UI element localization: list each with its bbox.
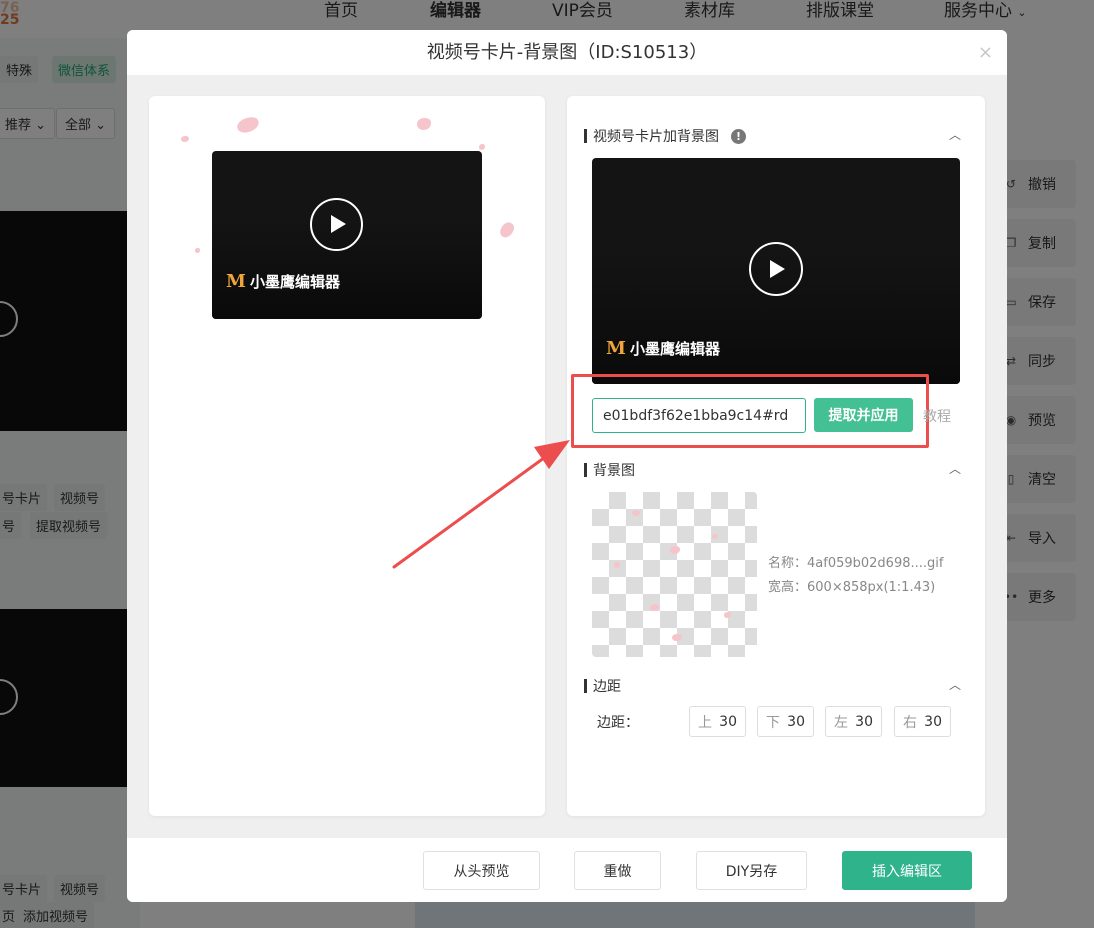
info-icon[interactable]: ! — [731, 128, 746, 144]
background-image-thumbnail[interactable] — [592, 492, 757, 657]
petal-decoration — [650, 604, 659, 611]
diy-save-button[interactable]: DIY另存 — [696, 851, 807, 890]
brand-text: 小墨鹰编辑器 — [629, 340, 720, 358]
petal-decoration — [712, 534, 718, 539]
petal-decoration — [614, 562, 620, 568]
chevron-up-icon[interactable]: ︿ — [949, 676, 961, 693]
petal-decoration — [670, 546, 680, 554]
section-card-header[interactable]: 视频号卡片加背景图 ! — [584, 126, 746, 146]
video-url-input[interactable] — [592, 398, 806, 433]
play-icon[interactable] — [749, 242, 803, 296]
section-bg-header[interactable]: 背景图 — [584, 460, 635, 480]
margin-top-input[interactable]: 上 30 — [689, 706, 746, 737]
brand-m-icon: M — [226, 271, 246, 292]
tutorial-link[interactable]: 教程 — [923, 406, 951, 426]
settings-panel: 视频号卡片加背景图 ! ︿ M 小墨鹰编辑器 提取并应用 教程 背景图 ︿ — [567, 96, 985, 816]
margin-right-value: 30 — [924, 713, 942, 730]
section-margin-title: 边距 — [593, 679, 621, 695]
margin-left-label: 左 — [834, 714, 848, 731]
margin-top-label: 上 — [698, 714, 712, 731]
template-modal: 视频号卡片-背景图（ID:S10513） × M 小墨鹰编辑器 视频号卡片加背景… — [127, 30, 1007, 902]
section-margin-header[interactable]: 边距 — [584, 676, 621, 696]
margin-right-input[interactable]: 右 30 — [894, 706, 951, 737]
margin-label: 边距： — [597, 715, 639, 731]
close-icon[interactable]: × — [978, 42, 993, 63]
extract-apply-button[interactable]: 提取并应用 — [814, 398, 913, 432]
section-bg-title: 背景图 — [593, 463, 635, 479]
margin-bottom-label: 下 — [766, 714, 780, 731]
margin-right-label: 右 — [903, 714, 917, 731]
modal-header: 视频号卡片-背景图（ID:S10513） × — [127, 30, 1007, 75]
petal-decoration — [417, 118, 431, 130]
petal-decoration — [632, 510, 640, 516]
section-bar — [584, 679, 587, 693]
brand-logo: M 小墨鹰编辑器 — [226, 271, 340, 292]
section-bar — [584, 463, 587, 477]
section-bar — [584, 129, 587, 143]
bg-name: 名称：4af059b02d698....gif — [768, 556, 944, 571]
preview-from-start-button[interactable]: 从头预览 — [423, 851, 540, 890]
petal-decoration — [479, 144, 485, 150]
petal-decoration — [497, 220, 517, 240]
brand-logo: M 小墨鹰编辑器 — [606, 338, 720, 359]
margin-bottom-input[interactable]: 下 30 — [757, 706, 814, 737]
bg-size: 宽高：600×858px(1:1.43) — [768, 580, 936, 595]
petal-decoration — [195, 248, 200, 253]
petal-decoration — [672, 634, 682, 641]
margin-top-value: 30 — [719, 713, 737, 730]
margin-left-input[interactable]: 左 30 — [825, 706, 882, 737]
modal-footer: 从头预览 重做 DIY另存 插入编辑区 — [127, 838, 1007, 902]
chevron-up-icon[interactable]: ︿ — [949, 126, 961, 143]
brand-text: 小墨鹰编辑器 — [249, 273, 340, 291]
margin-left-value: 30 — [855, 713, 873, 730]
margin-bottom-value: 30 — [787, 713, 805, 730]
chevron-up-icon[interactable]: ︿ — [949, 460, 961, 477]
modal-title: 视频号卡片-背景图（ID:S10513） — [426, 42, 708, 63]
petal-decoration — [724, 612, 731, 618]
video-card-settings[interactable]: M 小墨鹰编辑器 — [592, 158, 960, 384]
video-card-preview[interactable]: M 小墨鹰编辑器 — [212, 151, 482, 319]
play-icon[interactable] — [310, 198, 363, 251]
section-card-title: 视频号卡片加背景图 — [593, 129, 719, 145]
petal-decoration — [235, 115, 261, 135]
redo-button[interactable]: 重做 — [574, 851, 661, 890]
petal-decoration — [181, 136, 189, 142]
insert-editor-button[interactable]: 插入编辑区 — [842, 851, 972, 890]
preview-panel: M 小墨鹰编辑器 — [149, 96, 545, 816]
brand-m-icon: M — [606, 338, 626, 359]
